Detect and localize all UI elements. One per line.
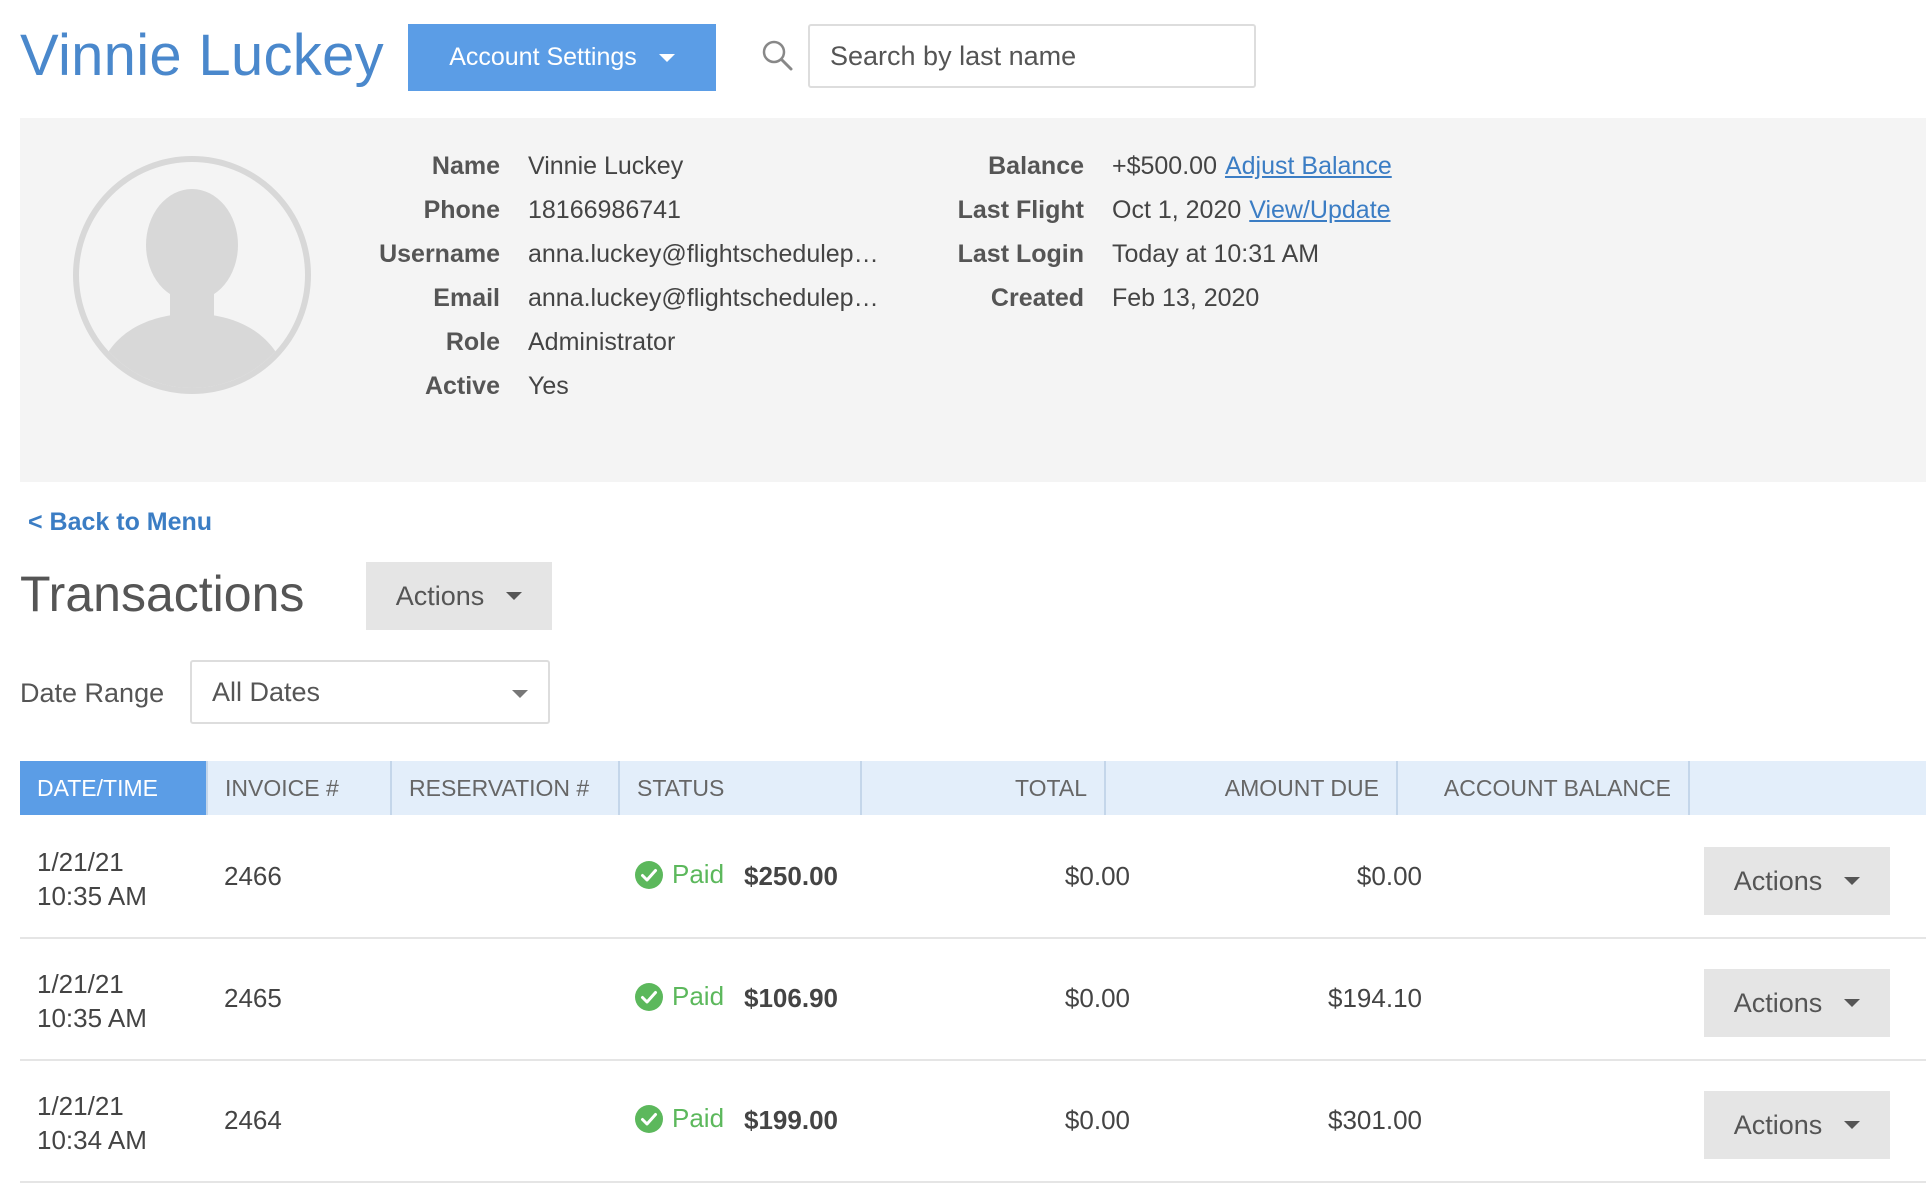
field-value: Oct 1, 2020 View/Update <box>1112 190 1391 230</box>
field-label: Created <box>990 284 1084 312</box>
field-value: +$500.00 Adjust Balance <box>1112 146 1392 186</box>
account-balance-cell: $0.00 <box>1356 861 1422 891</box>
date-range-select[interactable]: All Dates <box>190 660 550 724</box>
row-actions-button[interactable]: Actions <box>1704 847 1890 915</box>
user-name-title: Vinnie Luckey <box>20 23 384 88</box>
check-circle-icon <box>635 982 663 1011</box>
transactions-table-header: DATE/TIME INVOICE # RESERVATION # STATUS… <box>20 761 1926 815</box>
status-cell: Paid <box>634 981 724 1012</box>
total-cell: $250.00 <box>744 861 838 891</box>
column-header-total[interactable]: TOTAL <box>862 761 1106 815</box>
row-actions-button[interactable]: Actions <box>1704 969 1890 1037</box>
row-date: 1/21/21 <box>37 969 124 999</box>
row-time: 10:35 AM <box>37 1003 147 1033</box>
row-time: 10:34 AM <box>37 1125 147 1155</box>
column-header-account-balance[interactable]: ACCOUNT BALANCE <box>1398 761 1690 815</box>
caret-down-icon <box>506 592 523 600</box>
balance-value: +$500.00 <box>1112 152 1217 180</box>
page-header: Vinnie Luckey Account Settings <box>0 0 1926 110</box>
field-label: Last Flight <box>957 196 1084 224</box>
field-value: Feb 13, 2020 <box>1112 284 1260 312</box>
back-to-menu-link[interactable]: < Back to Menu <box>28 508 212 537</box>
total-cell: $199.00 <box>744 1105 838 1135</box>
check-circle-icon <box>635 860 663 889</box>
actions-label: Actions <box>1733 1109 1823 1140</box>
caret-down-icon <box>658 53 675 62</box>
total-cell: $106.90 <box>744 983 838 1013</box>
account-settings-button[interactable]: Account Settings <box>408 24 716 91</box>
status-cell: Paid <box>634 859 724 890</box>
actions-label: Actions <box>1733 865 1823 896</box>
account-balance-cell: $194.10 <box>1328 983 1422 1013</box>
column-header-status[interactable]: STATUS <box>620 761 862 815</box>
search-icon[interactable] <box>760 38 794 72</box>
field-value: Yes <box>528 372 569 400</box>
amount-due-cell: $0.00 <box>1064 1105 1130 1135</box>
actions-label: Actions <box>395 580 485 611</box>
field-label: Balance <box>988 152 1084 180</box>
date-time-cell: 1/21/21 10:34 AM <box>37 1089 147 1157</box>
invoice-cell: 2466 <box>224 861 282 891</box>
account-settings-label: Account Settings <box>449 43 637 71</box>
column-header-date-time[interactable]: DATE/TIME <box>20 761 208 815</box>
status-label: Paid <box>672 981 725 1011</box>
caret-down-icon <box>512 690 528 698</box>
row-date: 1/21/21 <box>37 1091 124 1121</box>
date-time-cell: 1/21/21 10:35 AM <box>37 845 147 913</box>
transactions-actions-button[interactable]: Actions <box>366 562 552 630</box>
row-time: 10:35 AM <box>37 881 147 911</box>
field-value: Today at 10:31 AM <box>1112 240 1320 268</box>
row-actions-button[interactable]: Actions <box>1704 1091 1890 1159</box>
amount-due-cell: $0.00 <box>1064 861 1130 891</box>
column-header-reservation[interactable]: RESERVATION # <box>392 761 620 815</box>
date-time-cell: 1/21/21 10:35 AM <box>37 967 147 1035</box>
adjust-balance-link[interactable]: Adjust Balance <box>1225 152 1392 180</box>
invoice-cell: 2464 <box>224 1105 282 1135</box>
actions-label: Actions <box>1733 987 1823 1018</box>
date-range-value: All Dates <box>212 677 321 707</box>
field-label: Last Login <box>957 240 1084 268</box>
field-value: Administrator <box>528 328 676 356</box>
column-header-invoice[interactable]: INVOICE # <box>208 761 392 815</box>
status-cell: Paid <box>634 1103 724 1134</box>
amount-due-cell: $0.00 <box>1064 983 1130 1013</box>
profile-panel: Name Vinnie Luckey Phone 18166986741 Use… <box>20 118 1926 482</box>
last-flight-value: Oct 1, 2020 <box>1112 196 1242 224</box>
field-label: Active <box>424 372 500 400</box>
table-row: 1/21/21 10:34 AM 2464 Paid $199.00 $0.00… <box>20 1059 1926 1183</box>
row-date: 1/21/21 <box>37 847 124 877</box>
table-row: 1/21/21 10:35 AM 2465 Paid $106.90 $0.00… <box>20 937 1926 1061</box>
transactions-title: Transactions <box>20 566 305 622</box>
field-label: Role <box>445 328 500 356</box>
check-circle-icon <box>635 1104 663 1133</box>
column-header-amount-due[interactable]: AMOUNT DUE <box>1106 761 1398 815</box>
caret-down-icon <box>1844 1121 1861 1129</box>
caret-down-icon <box>1844 999 1861 1007</box>
view-update-link[interactable]: View/Update <box>1249 196 1390 224</box>
status-label: Paid <box>672 1103 725 1133</box>
caret-down-icon <box>1844 877 1861 885</box>
invoice-cell: 2465 <box>224 983 282 1013</box>
search-input[interactable] <box>808 24 1256 88</box>
status-label: Paid <box>672 859 725 889</box>
date-range-label: Date Range <box>20 678 165 708</box>
table-row: 1/21/21 10:35 AM 2466 Paid $250.00 $0.00… <box>20 815 1926 939</box>
account-balance-cell: $301.00 <box>1328 1105 1422 1135</box>
